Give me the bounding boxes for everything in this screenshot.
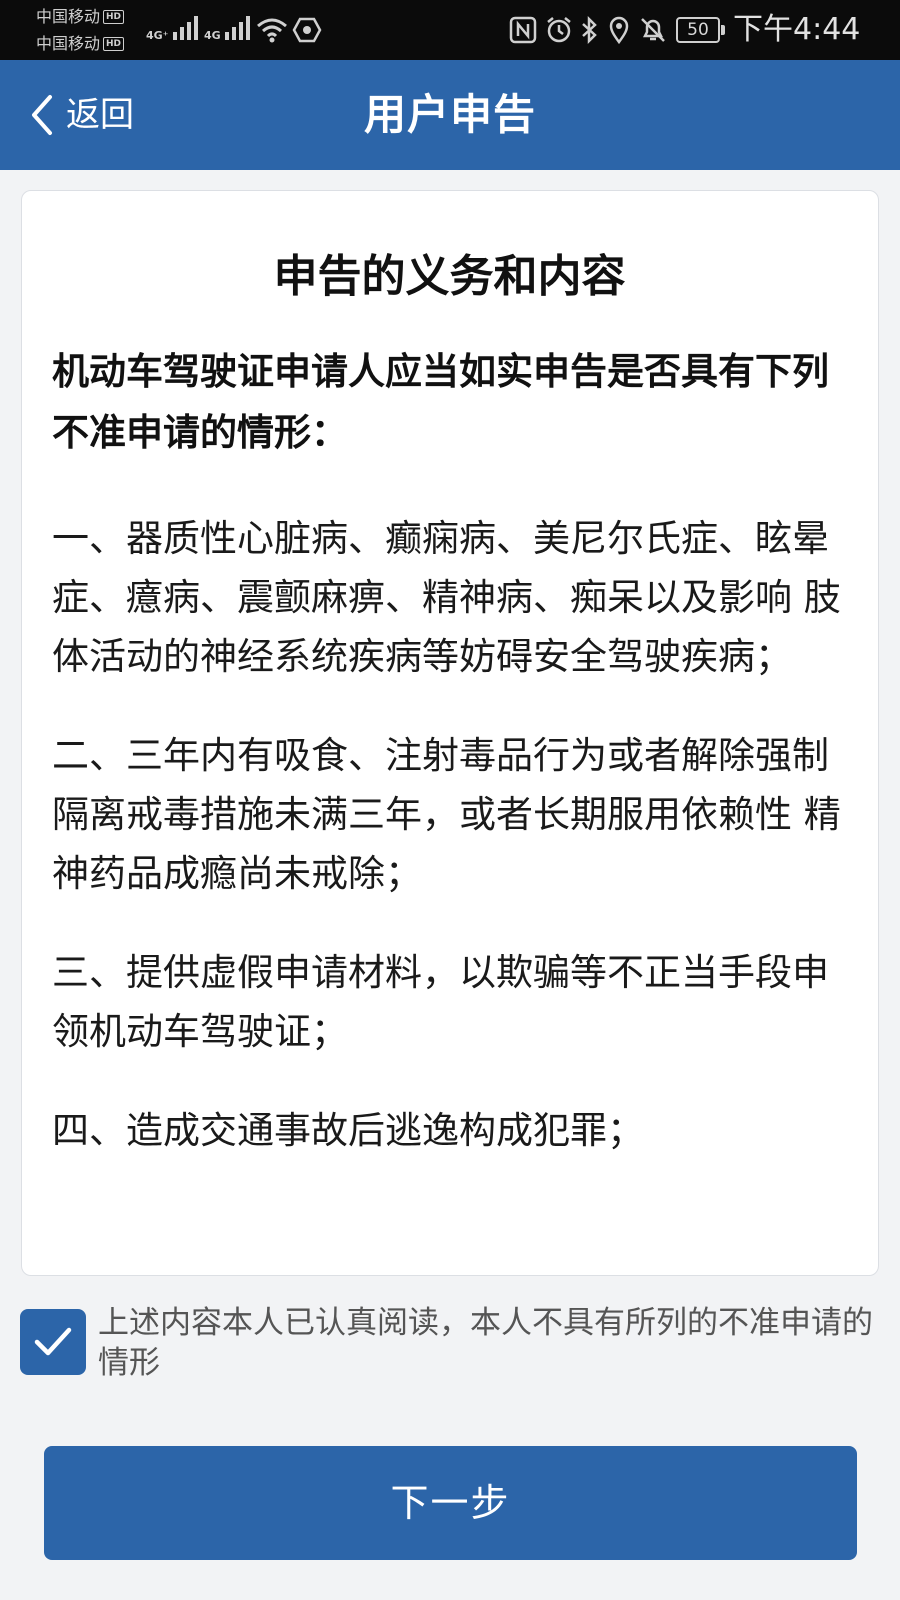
clause-item: 二、三年内有吸食、注射毒品行为或者解除强制隔离戒毒措施未满三年，或者长期服用依赖… <box>52 734 841 895</box>
carrier-1-label: 中国移动 <box>36 7 101 26</box>
card-intro: 机动车驾驶证申请人应当如实申告是否具有下列不准申请的情形： <box>52 350 829 454</box>
clause-item: 四、造成交通事故后逃逸构成犯罪； <box>52 1109 644 1152</box>
signal-icon <box>172 16 198 40</box>
location-icon <box>609 16 629 45</box>
alarm-icon <box>547 17 571 43</box>
clause-item: 三、提供虚假申请材料，以欺骗等不正当手段申领机动车驾驶证； <box>52 951 829 1053</box>
network-type-1: 4G⁺ <box>146 29 169 42</box>
bluetooth-icon <box>582 15 597 45</box>
next-step-button[interactable]: 下一步 <box>44 1446 857 1560</box>
agreement-text[interactable]: 上述内容本人已认真阅读，本人不具有所列的不准申请的情形 <box>98 1303 880 1383</box>
network-type-2: 4G <box>204 29 221 42</box>
app-header: 返回 用户申告 <box>0 60 900 170</box>
hd-badge-1: HD <box>103 10 125 24</box>
carrier-2: 中国移动 HD <box>36 34 125 53</box>
data-saver-icon <box>292 17 322 43</box>
carrier-2-label: 中国移动 <box>36 34 101 53</box>
card-title: 申告的义务和内容 <box>273 251 626 302</box>
signal-icon <box>224 16 250 40</box>
wifi-icon <box>257 18 287 43</box>
check-icon <box>34 1327 72 1356</box>
clause-item: 一、器质性心脏病、癫痫病、美尼尔氏症、眩晕症、癔病、震颤麻痹、精神病、痴呆以及影… <box>52 517 841 678</box>
nfc-icon <box>509 16 537 44</box>
battery-icon: 50 <box>676 17 725 43</box>
agree-checkbox[interactable] <box>20 1309 86 1375</box>
carrier-1: 中国移动 HD <box>36 7 125 26</box>
status-bar: 中国移动 HD 中国移动 HD 4G⁺ 4G 50 下午4:44 <box>0 0 900 60</box>
hd-badge-2: HD <box>103 37 125 51</box>
clock: 下午4:44 <box>733 12 861 47</box>
declaration-card: 申告的义务和内容 机动车驾驶证申请人应当如实申告是否具有下列不准申请的情形： 一… <box>21 190 879 1276</box>
signal-group-2: 4G <box>204 12 257 42</box>
signal-group-1: 4G⁺ <box>146 12 205 42</box>
mute-icon <box>641 18 665 42</box>
page-title: 用户申告 <box>363 90 536 139</box>
agreement-row: 上述内容本人已认真阅读，本人不具有所列的不准申请的情形 <box>20 1305 880 1399</box>
